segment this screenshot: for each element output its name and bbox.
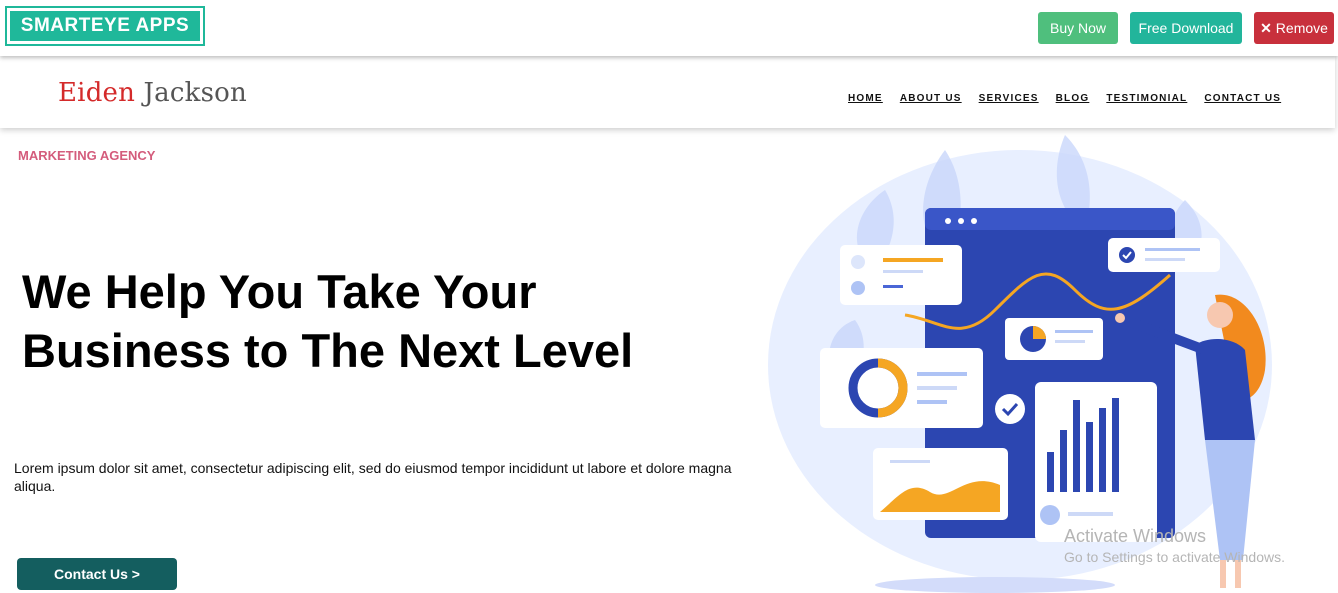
watermark-subtitle: Go to Settings to activate Windows. xyxy=(1064,549,1285,565)
remove-button[interactable]: ✕ Remove xyxy=(1254,12,1334,44)
watermark-title: Activate Windows xyxy=(1064,526,1207,546)
site-logo[interactable]: Eiden Jackson xyxy=(58,78,247,108)
hero-eyebrow: MARKETING AGENCY xyxy=(18,148,156,163)
ground-shadow xyxy=(875,577,1115,593)
hero-illustration xyxy=(768,135,1272,593)
contact-us-button[interactable]: Contact Us > xyxy=(17,558,177,590)
nav-services[interactable]: SERVICES xyxy=(979,93,1039,104)
check-badge xyxy=(995,394,1025,424)
free-download-button[interactable]: Free Download xyxy=(1130,12,1242,44)
nav-about-us[interactable]: ABOUT US xyxy=(900,93,962,104)
pie-card xyxy=(1005,318,1103,360)
smarteye-brand-logo[interactable]: SMARTEYE APPS xyxy=(5,6,205,46)
nav-contact-us[interactable]: CONTACT US xyxy=(1204,93,1281,104)
buy-now-button[interactable]: Buy Now xyxy=(1038,12,1118,44)
nav-testimonial[interactable]: TESTIMONIAL xyxy=(1106,93,1187,104)
close-icon: ✕ xyxy=(1260,19,1272,36)
brand-label: SMARTEYE APPS xyxy=(10,11,200,41)
remove-label: Remove xyxy=(1275,20,1328,36)
logo-first-name: Eiden xyxy=(58,78,136,108)
headline-line-2: Business to The Next Level xyxy=(22,324,634,377)
main-nav: HOME ABOUT US SERVICES BLOG TESTIMONIAL … xyxy=(848,93,1281,104)
logo-last-name: Jackson xyxy=(143,78,247,108)
hero-lead-text: Lorem ipsum dolor sit amet, consectetur … xyxy=(14,460,732,494)
nav-blog[interactable]: BLOG xyxy=(1056,93,1090,104)
hero-headline: We Help You Take Your Business to The Ne… xyxy=(22,262,762,380)
nav-home[interactable]: HOME xyxy=(848,93,883,104)
windows-activation-watermark: Activate Windows Go to Settings to activ… xyxy=(1064,526,1285,565)
promo-bar: SMARTEYE APPS Buy Now Free Download ✕ Re… xyxy=(0,0,1338,56)
stat-card xyxy=(840,245,962,305)
headline-line-1: We Help You Take Your xyxy=(22,265,537,318)
site-header: Eiden Jackson HOME ABOUT US SERVICES BLO… xyxy=(0,56,1335,128)
